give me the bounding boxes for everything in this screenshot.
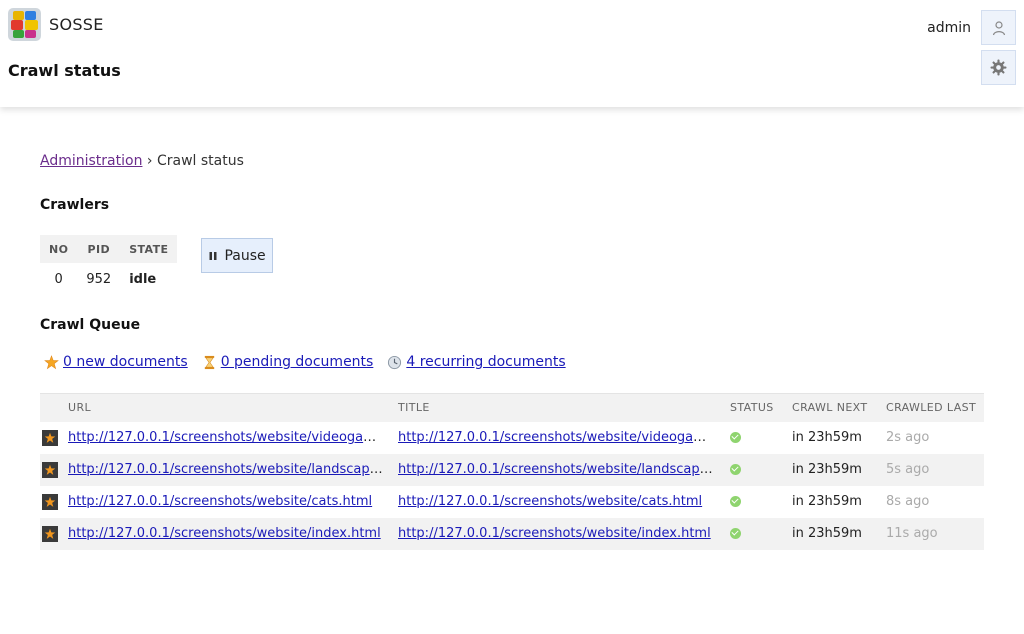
crawler-row: 0 952 idle [40, 263, 177, 295]
row-crawled-last: 5s ago [880, 453, 984, 486]
row-crawled-last: 8s ago [886, 494, 930, 509]
star-icon [44, 354, 59, 369]
column-header-state: STATE [120, 235, 178, 263]
gear-icon [990, 59, 1007, 76]
column-header-status: STATUS [724, 393, 786, 422]
table-row[interactable]: http://127.0.0.1/screenshots/website/cat… [40, 486, 984, 518]
column-header-no: NO [40, 235, 78, 263]
table-row[interactable]: http://127.0.0.1/screenshots/website/lan… [40, 453, 984, 486]
recurring-star-icon [42, 461, 58, 478]
breadcrumb-current: Crawl status [156, 153, 244, 169]
row-title-link[interactable]: http://127.0.0.1/screenshots/website/lan… [398, 462, 724, 477]
row-crawl-next: in 23h59m [786, 517, 880, 550]
column-header-pid: PID [77, 235, 121, 263]
row-url-link[interactable]: http://127.0.0.1/screenshots/website/vid… [68, 430, 392, 445]
pause-icon [209, 251, 217, 260]
status-ok-icon [730, 528, 741, 539]
settings-button[interactable] [981, 50, 1016, 85]
recurring-documents-link[interactable]: 4 recurring documents [406, 354, 565, 370]
top-bar: SOSSE Crawl status admin [0, 0, 1024, 107]
brand[interactable]: SOSSE [8, 8, 104, 41]
pause-button[interactable]: Pause [201, 238, 273, 273]
row-title-link[interactable]: http://127.0.0.1/screenshots/website/cat… [398, 494, 702, 509]
status-ok-icon [730, 496, 741, 507]
recurring-star-icon [42, 429, 58, 446]
column-header-icon [40, 393, 62, 422]
clock-icon [388, 355, 402, 369]
crawlers-section: NO PID STATE 0 952 idle Pause [40, 235, 273, 295]
recurring-star-icon [42, 493, 58, 510]
row-crawl-next: in 23h59m [792, 430, 862, 445]
page-title: Crawl status [8, 61, 121, 80]
main-content: Administration › Crawl status Crawlers N… [40, 150, 984, 550]
row-crawled-last: 11s ago [880, 517, 984, 550]
table-row[interactable]: http://127.0.0.1/screenshots/website/vid… [40, 422, 984, 454]
queue-summary-links: 0 new documents 0 pending documents 4 re… [44, 354, 566, 370]
app-name: SOSSE [49, 15, 104, 34]
column-header-url: URL [62, 393, 392, 422]
table-row[interactable]: http://127.0.0.1/screenshots/website/ind… [40, 517, 984, 550]
column-header-crawl-next: CRAWL NEXT [786, 393, 880, 422]
user-icon [992, 20, 1005, 35]
crawler-no: 0 [54, 271, 63, 287]
row-title-link[interactable]: http://127.0.0.1/screenshots/website/vid… [398, 430, 724, 445]
row-crawl-next: in 23h59m [786, 453, 880, 486]
new-documents-link[interactable]: 0 new documents [63, 354, 188, 370]
row-title-link[interactable]: http://127.0.0.1/screenshots/website/ind… [398, 526, 711, 541]
crawler-pid: 952 [86, 271, 112, 287]
breadcrumb: Administration › Crawl status [40, 153, 984, 169]
crawler-state: idle [129, 271, 157, 287]
queue-link-new: 0 new documents [44, 354, 188, 370]
sosse-logo-icon [8, 8, 41, 41]
recurring-star-icon [42, 525, 58, 542]
row-crawl-next: in 23h59m [792, 494, 862, 509]
breadcrumb-administration-link[interactable]: Administration [40, 153, 142, 169]
pending-documents-link[interactable]: 0 pending documents [221, 354, 374, 370]
status-ok-icon [730, 464, 741, 475]
row-url-link[interactable]: http://127.0.0.1/screenshots/website/cat… [68, 494, 372, 509]
user-area: admin [927, 10, 1016, 45]
crawl-queue-table: URL TITLE STATUS CRAWL NEXT CRAWLED LAST… [40, 393, 984, 550]
row-crawled-last: 2s ago [886, 430, 930, 445]
row-url-link[interactable]: http://127.0.0.1/screenshots/website/lan… [68, 462, 392, 477]
queue-link-recurring: 4 recurring documents [387, 354, 566, 370]
hourglass-icon [204, 355, 214, 369]
column-header-title: TITLE [392, 393, 724, 422]
user-menu-button[interactable] [981, 10, 1016, 45]
crawlers-heading: Crawlers [40, 197, 110, 213]
status-ok-icon [730, 432, 741, 443]
pause-label: Pause [224, 247, 266, 264]
username: admin [927, 19, 971, 36]
breadcrumb-separator: › [146, 153, 153, 169]
queue-link-pending: 0 pending documents [202, 354, 374, 370]
column-header-crawled-last: CRAWLED LAST [880, 393, 984, 422]
crawlers-table: NO PID STATE 0 952 idle [40, 235, 178, 295]
row-url-link[interactable]: http://127.0.0.1/screenshots/website/ind… [68, 526, 381, 541]
crawl-queue-heading: Crawl Queue [40, 317, 141, 333]
